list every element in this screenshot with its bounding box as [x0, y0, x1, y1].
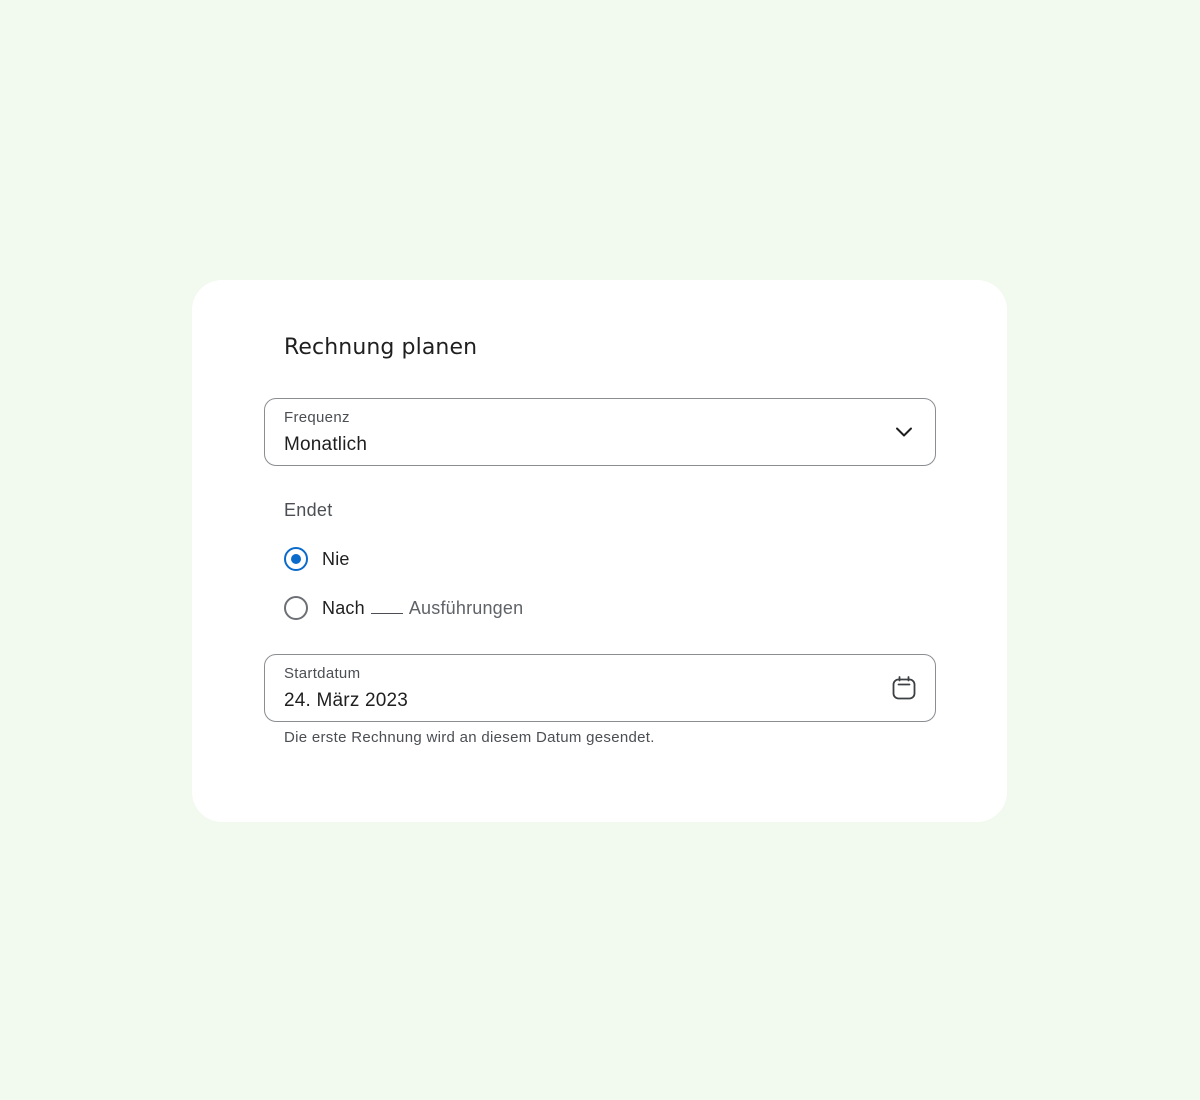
- frequency-label: Frequenz: [284, 409, 350, 426]
- ends-after-suffix: Ausführungen: [408, 597, 524, 618]
- ends-never-label: Nie: [322, 548, 350, 569]
- calendar-icon[interactable]: [891, 675, 917, 701]
- schedule-invoice-dialog: Rechnung planen Frequenz Monatlich Endet…: [192, 280, 1007, 822]
- start-date-field[interactable]: Startdatum 24. März 2023: [264, 654, 936, 722]
- ends-after-option[interactable]: Nach Ausführungen: [284, 595, 523, 621]
- start-date-value: 24. März 2023: [284, 690, 409, 711]
- dialog-title: Rechnung planen: [284, 335, 478, 360]
- ends-never-option[interactable]: Nie: [284, 546, 350, 572]
- frequency-select[interactable]: Frequenz Monatlich: [264, 398, 936, 466]
- ends-label: Endet: [284, 500, 333, 520]
- ends-after-prefix: Nach: [322, 597, 365, 618]
- chevron-down-icon[interactable]: [891, 419, 917, 445]
- start-date-helper-text: Die erste Rechnung wird an diesem Datum …: [284, 729, 655, 746]
- start-date-label: Startdatum: [284, 665, 361, 682]
- occurrences-blank-input[interactable]: [370, 599, 403, 614]
- radio-after[interactable]: [284, 596, 308, 620]
- frequency-value: Monatlich: [284, 434, 368, 455]
- radio-never[interactable]: [284, 547, 308, 571]
